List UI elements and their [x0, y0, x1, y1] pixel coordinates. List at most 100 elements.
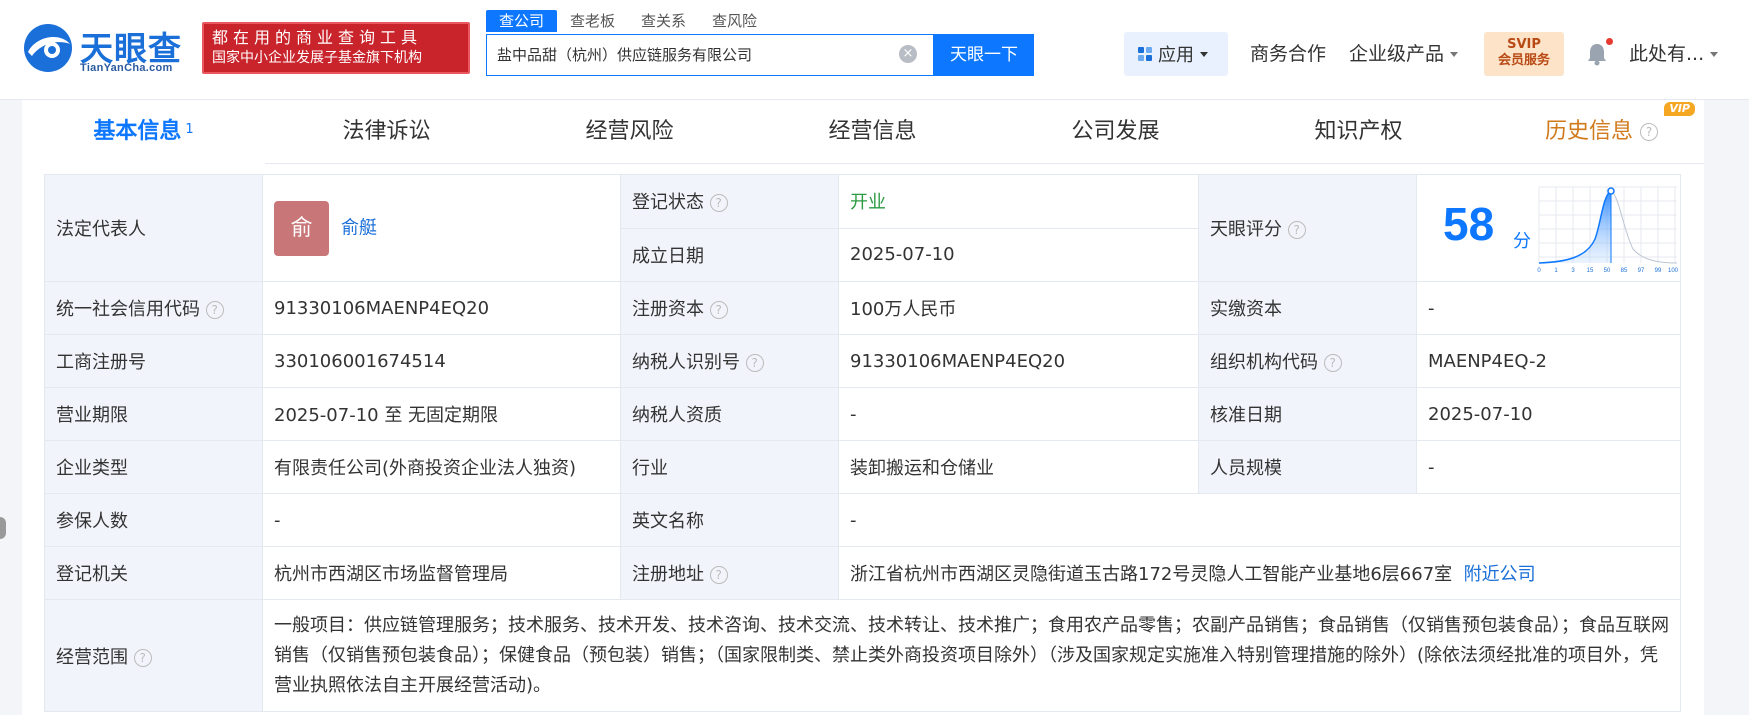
clear-icon[interactable]: ×: [899, 45, 917, 63]
credit-code-value: 91330106MAENP4EQ20: [262, 281, 621, 335]
top-header: 天眼查 TianYanCha.com 都在用的商业查询工具 国家中小企业发展子基…: [0, 0, 1749, 100]
reg-capital-label-cell: 注册资本 ?: [620, 281, 839, 335]
tab-legal[interactable]: 法律诉讼: [265, 100, 508, 164]
help-icon[interactable]: ?: [1640, 123, 1658, 141]
slogan-line1: 都在用的商业查询工具: [212, 28, 423, 47]
app-menu-label: 应用: [1158, 45, 1194, 66]
business-cooperation-link[interactable]: 商务合作: [1250, 32, 1326, 76]
score-tick: 85: [1621, 268, 1628, 274]
english-name-label: 英文名称: [620, 493, 839, 547]
bell-icon[interactable]: [1586, 42, 1608, 66]
tianyan-score: 58 分 0 1 3 15 50 85 97 99 100: [1418, 176, 1680, 281]
user-menu[interactable]: 此处有...: [1629, 32, 1719, 76]
svip-button[interactable]: SVIP 会员服务: [1484, 32, 1564, 76]
tab-history-info[interactable]: 历史信息 ? VIP: [1480, 100, 1723, 164]
table-row: 工商注册号 330106001674514 纳税人识别号 ? 91330106M…: [44, 334, 1681, 388]
score-label-cell: 天眼评分 ?: [1198, 174, 1417, 282]
table-row: 参保人数 - 英文名称 -: [44, 493, 1681, 547]
english-name-value: -: [838, 493, 1681, 547]
approval-date-value: 2025-07-10: [1416, 387, 1681, 441]
approval-date-label: 核准日期: [1198, 387, 1417, 441]
company-type-value: 有限责任公司(外商投资企业法人独资): [262, 440, 621, 494]
search-tabs: 查公司 查老板 查关系 查风险: [486, 10, 770, 32]
help-icon[interactable]: ?: [1323, 354, 1342, 372]
table-row: 企业类型 有限责任公司(外商投资企业法人独资) 行业 装卸搬运和仓储业 人员规模…: [44, 440, 1681, 494]
search-button[interactable]: 天眼一下: [934, 34, 1034, 76]
staff-size-value: -: [1416, 440, 1681, 494]
org-code-label: 组织机构代码: [1210, 352, 1318, 373]
score-tick: 15: [1587, 268, 1594, 274]
taxpayer-id-label: 纳税人识别号: [632, 352, 740, 373]
tab-operating-info[interactable]: 经营信息: [751, 100, 994, 164]
nearby-companies-link[interactable]: 附近公司: [1464, 564, 1536, 585]
term-label: 营业期限: [44, 387, 263, 441]
reg-status-label: 登记状态: [632, 192, 704, 214]
score-cell[interactable]: 58 分 0 1 3 15 50 85 97 99 100: [1416, 174, 1681, 282]
enterprise-products-label: 企业级产品: [1349, 43, 1445, 65]
reg-status-value: 开业: [838, 174, 1199, 229]
taxpayer-id-label-cell: 纳税人识别号 ?: [620, 334, 839, 388]
search-tab-risk[interactable]: 查风险: [699, 10, 770, 32]
scope-label-cell: 经营范围 ?: [44, 599, 263, 712]
scope-value: 一般项目：供应链管理服务；技术服务、技术开发、技术咨询、技术交流、技术转让、技术…: [262, 599, 1681, 712]
biz-reg-no-label: 工商注册号: [44, 334, 263, 388]
tianyancha-logo[interactable]: 天眼查 TianYanCha.com: [22, 20, 192, 78]
app-menu-button[interactable]: 应用: [1124, 32, 1228, 76]
chevron-down-icon: [1200, 51, 1208, 57]
enterprise-products-menu[interactable]: 企业级产品: [1349, 32, 1459, 76]
tab-history-label: 历史信息: [1544, 119, 1633, 144]
reg-status-label-cell: 登记状态 ?: [620, 174, 839, 229]
industry-value: 装卸搬运和仓储业: [838, 440, 1199, 494]
table-row: 经营范围 ? 一般项目：供应链管理服务；技术服务、技术开发、技术咨询、技术交流、…: [44, 599, 1681, 712]
reg-capital-label: 注册资本: [632, 299, 704, 320]
tab-operating-risk[interactable]: 经营风险: [508, 100, 751, 164]
basic-info-table: 法定代表人 俞俞艇 登记状态 ? 开业 天眼评分 ? 58 分 0 1 3 15…: [44, 174, 1681, 712]
reg-authority-label: 登记机关: [44, 546, 263, 600]
score-unit: 分: [1513, 231, 1531, 252]
search-tab-company[interactable]: 查公司: [486, 10, 558, 32]
avatar[interactable]: 俞: [274, 200, 329, 256]
slogan-banner: 都在用的商业查询工具 国家中小企业发展子基金旗下机构: [202, 22, 470, 74]
app-grid-icon: [1138, 47, 1152, 61]
tab-company-development[interactable]: 公司发展: [994, 100, 1237, 164]
tab-intellectual-property[interactable]: 知识产权: [1237, 100, 1480, 164]
help-icon[interactable]: ?: [709, 194, 728, 213]
svip-service-label: 会员服务: [1497, 53, 1550, 68]
reg-address-cell: 浙江省杭州市西湖区灵隐街道玉古路172号灵隐人工智能产业基地6层667室 附近公…: [838, 546, 1681, 600]
chevron-down-icon: [1450, 52, 1459, 57]
biz-reg-no-value: 330106001674514: [262, 334, 621, 388]
org-code-value: MAENP4EQ-2: [1416, 334, 1681, 388]
search-tab-relation[interactable]: 查关系: [628, 10, 699, 32]
staff-size-label: 人员规模: [1198, 440, 1417, 494]
score-distribution-chart: 0 1 3 15 50 85 97 99 100: [1537, 186, 1679, 274]
tab-basic-info[interactable]: 基本信息 1: [22, 100, 265, 164]
legal-rep-link[interactable]: 俞艇: [341, 217, 377, 238]
logo-domain: TianYanCha.com: [80, 62, 173, 74]
help-icon[interactable]: ?: [205, 301, 224, 319]
insured-label: 参保人数: [44, 493, 263, 547]
help-icon[interactable]: ?: [745, 354, 764, 372]
industry-label: 行业: [620, 440, 839, 494]
side-scroll-handle[interactable]: [0, 517, 6, 539]
vip-badge: VIP: [1664, 102, 1695, 116]
reg-address-label: 注册地址: [632, 564, 704, 585]
table-row: 营业期限 2025-07-10 至 无固定期限 纳税人资质 - 核准日期 202…: [44, 387, 1681, 441]
help-icon[interactable]: ?: [1287, 221, 1306, 239]
insured-value: -: [262, 493, 621, 547]
credit-code-label-cell: 统一社会信用代码 ?: [44, 281, 263, 335]
taxpayer-qual-label: 纳税人资质: [620, 387, 839, 441]
help-icon[interactable]: ?: [133, 648, 152, 667]
legal-rep-label: 法定代表人: [44, 174, 263, 282]
reg-capital-value: 100万人民币: [838, 281, 1199, 335]
score-tick: 1: [1554, 268, 1558, 274]
search-tab-boss[interactable]: 查老板: [557, 10, 628, 32]
score-tick: 100: [1668, 268, 1679, 274]
tab-basic-info-label: 基本信息: [93, 119, 182, 144]
help-icon[interactable]: ?: [709, 301, 728, 319]
slogan-line2: 国家中小企业发展子基金旗下机构: [212, 50, 422, 66]
help-icon[interactable]: ?: [709, 566, 728, 584]
chevron-down-icon: [1710, 52, 1719, 57]
reg-address-value: 浙江省杭州市西湖区灵隐街道玉古路172号灵隐人工智能产业基地6层667室: [850, 564, 1453, 585]
search-input[interactable]: [487, 35, 887, 74]
score-tick: 0: [1537, 268, 1541, 274]
